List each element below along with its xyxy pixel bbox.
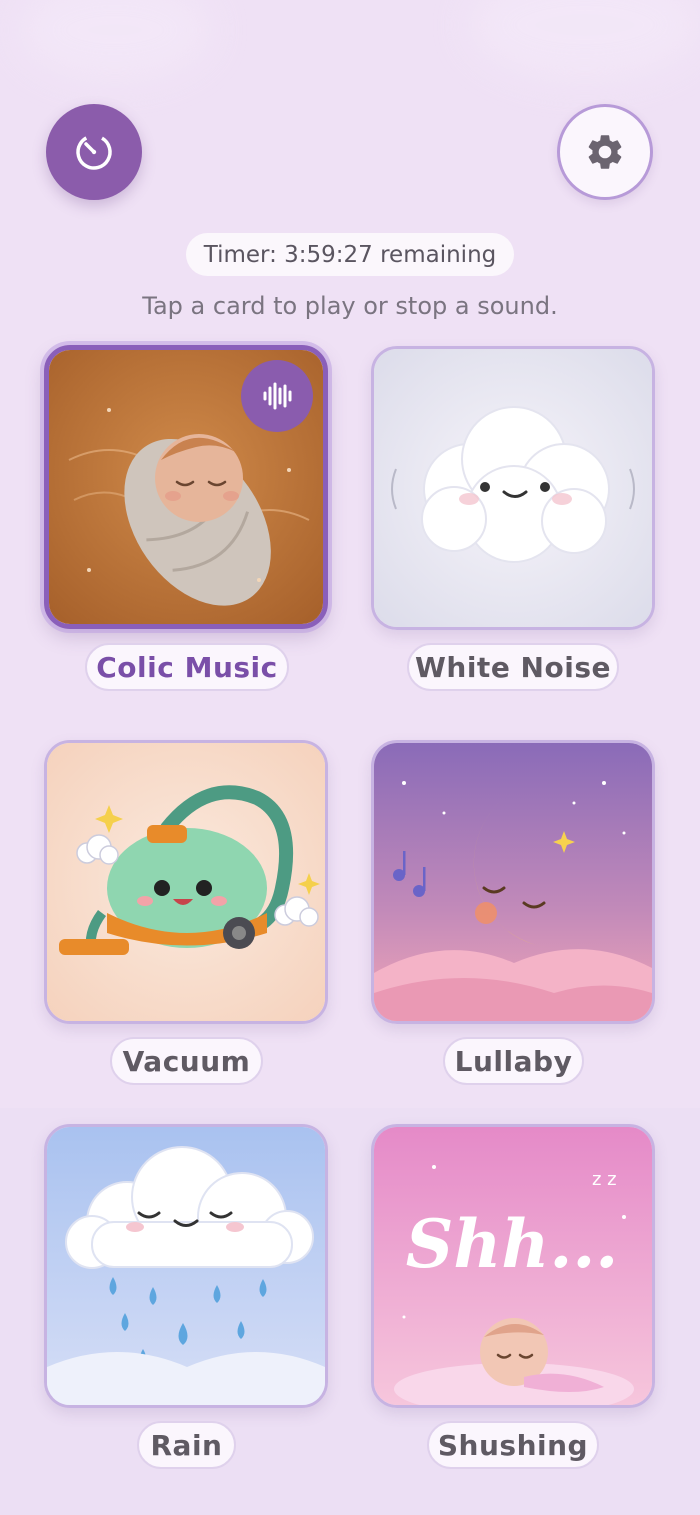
instruction-text: Tap a card to play or stop a sound. [142, 292, 558, 320]
vacuum-illustration [47, 743, 325, 1021]
timer-icon [76, 134, 112, 170]
shh-art-text: Shh... [406, 1205, 619, 1283]
cloud-illustration [374, 349, 652, 627]
sound-card-shushing[interactable]: Shh... z z [371, 1124, 655, 1408]
timer-button[interactable] [46, 104, 142, 200]
timer-status-text: Timer: 3:59:27 remaining [203, 241, 497, 268]
gear-icon [588, 135, 622, 169]
rain-cloud-illustration [47, 1127, 325, 1405]
zz-art-text: z z [592, 1169, 617, 1190]
sound-card-colic-music[interactable] [44, 345, 328, 629]
sound-label-shushing[interactable]: Shushing [427, 1421, 599, 1469]
shush-illustration: Shh... z z [374, 1127, 652, 1405]
sound-label-vacuum[interactable]: Vacuum [110, 1037, 263, 1085]
settings-button[interactable] [557, 104, 653, 200]
sound-card-vacuum[interactable] [44, 740, 328, 1024]
sound-label-rain[interactable]: Rain [137, 1421, 236, 1469]
sound-label-lullaby[interactable]: Lullaby [443, 1037, 584, 1085]
sound-label-white-noise[interactable]: White Noise [407, 643, 619, 691]
sound-card-rain[interactable] [44, 1124, 328, 1408]
moon-illustration [374, 743, 652, 1021]
sound-label-colic-music[interactable]: Colic Music [85, 643, 289, 691]
timer-status: Timer: 3:59:27 remaining [186, 233, 514, 276]
now-playing-badge [241, 360, 313, 432]
sound-card-white-noise[interactable] [371, 346, 655, 630]
sound-wave-icon [263, 382, 292, 410]
sound-card-lullaby[interactable] [371, 740, 655, 1024]
